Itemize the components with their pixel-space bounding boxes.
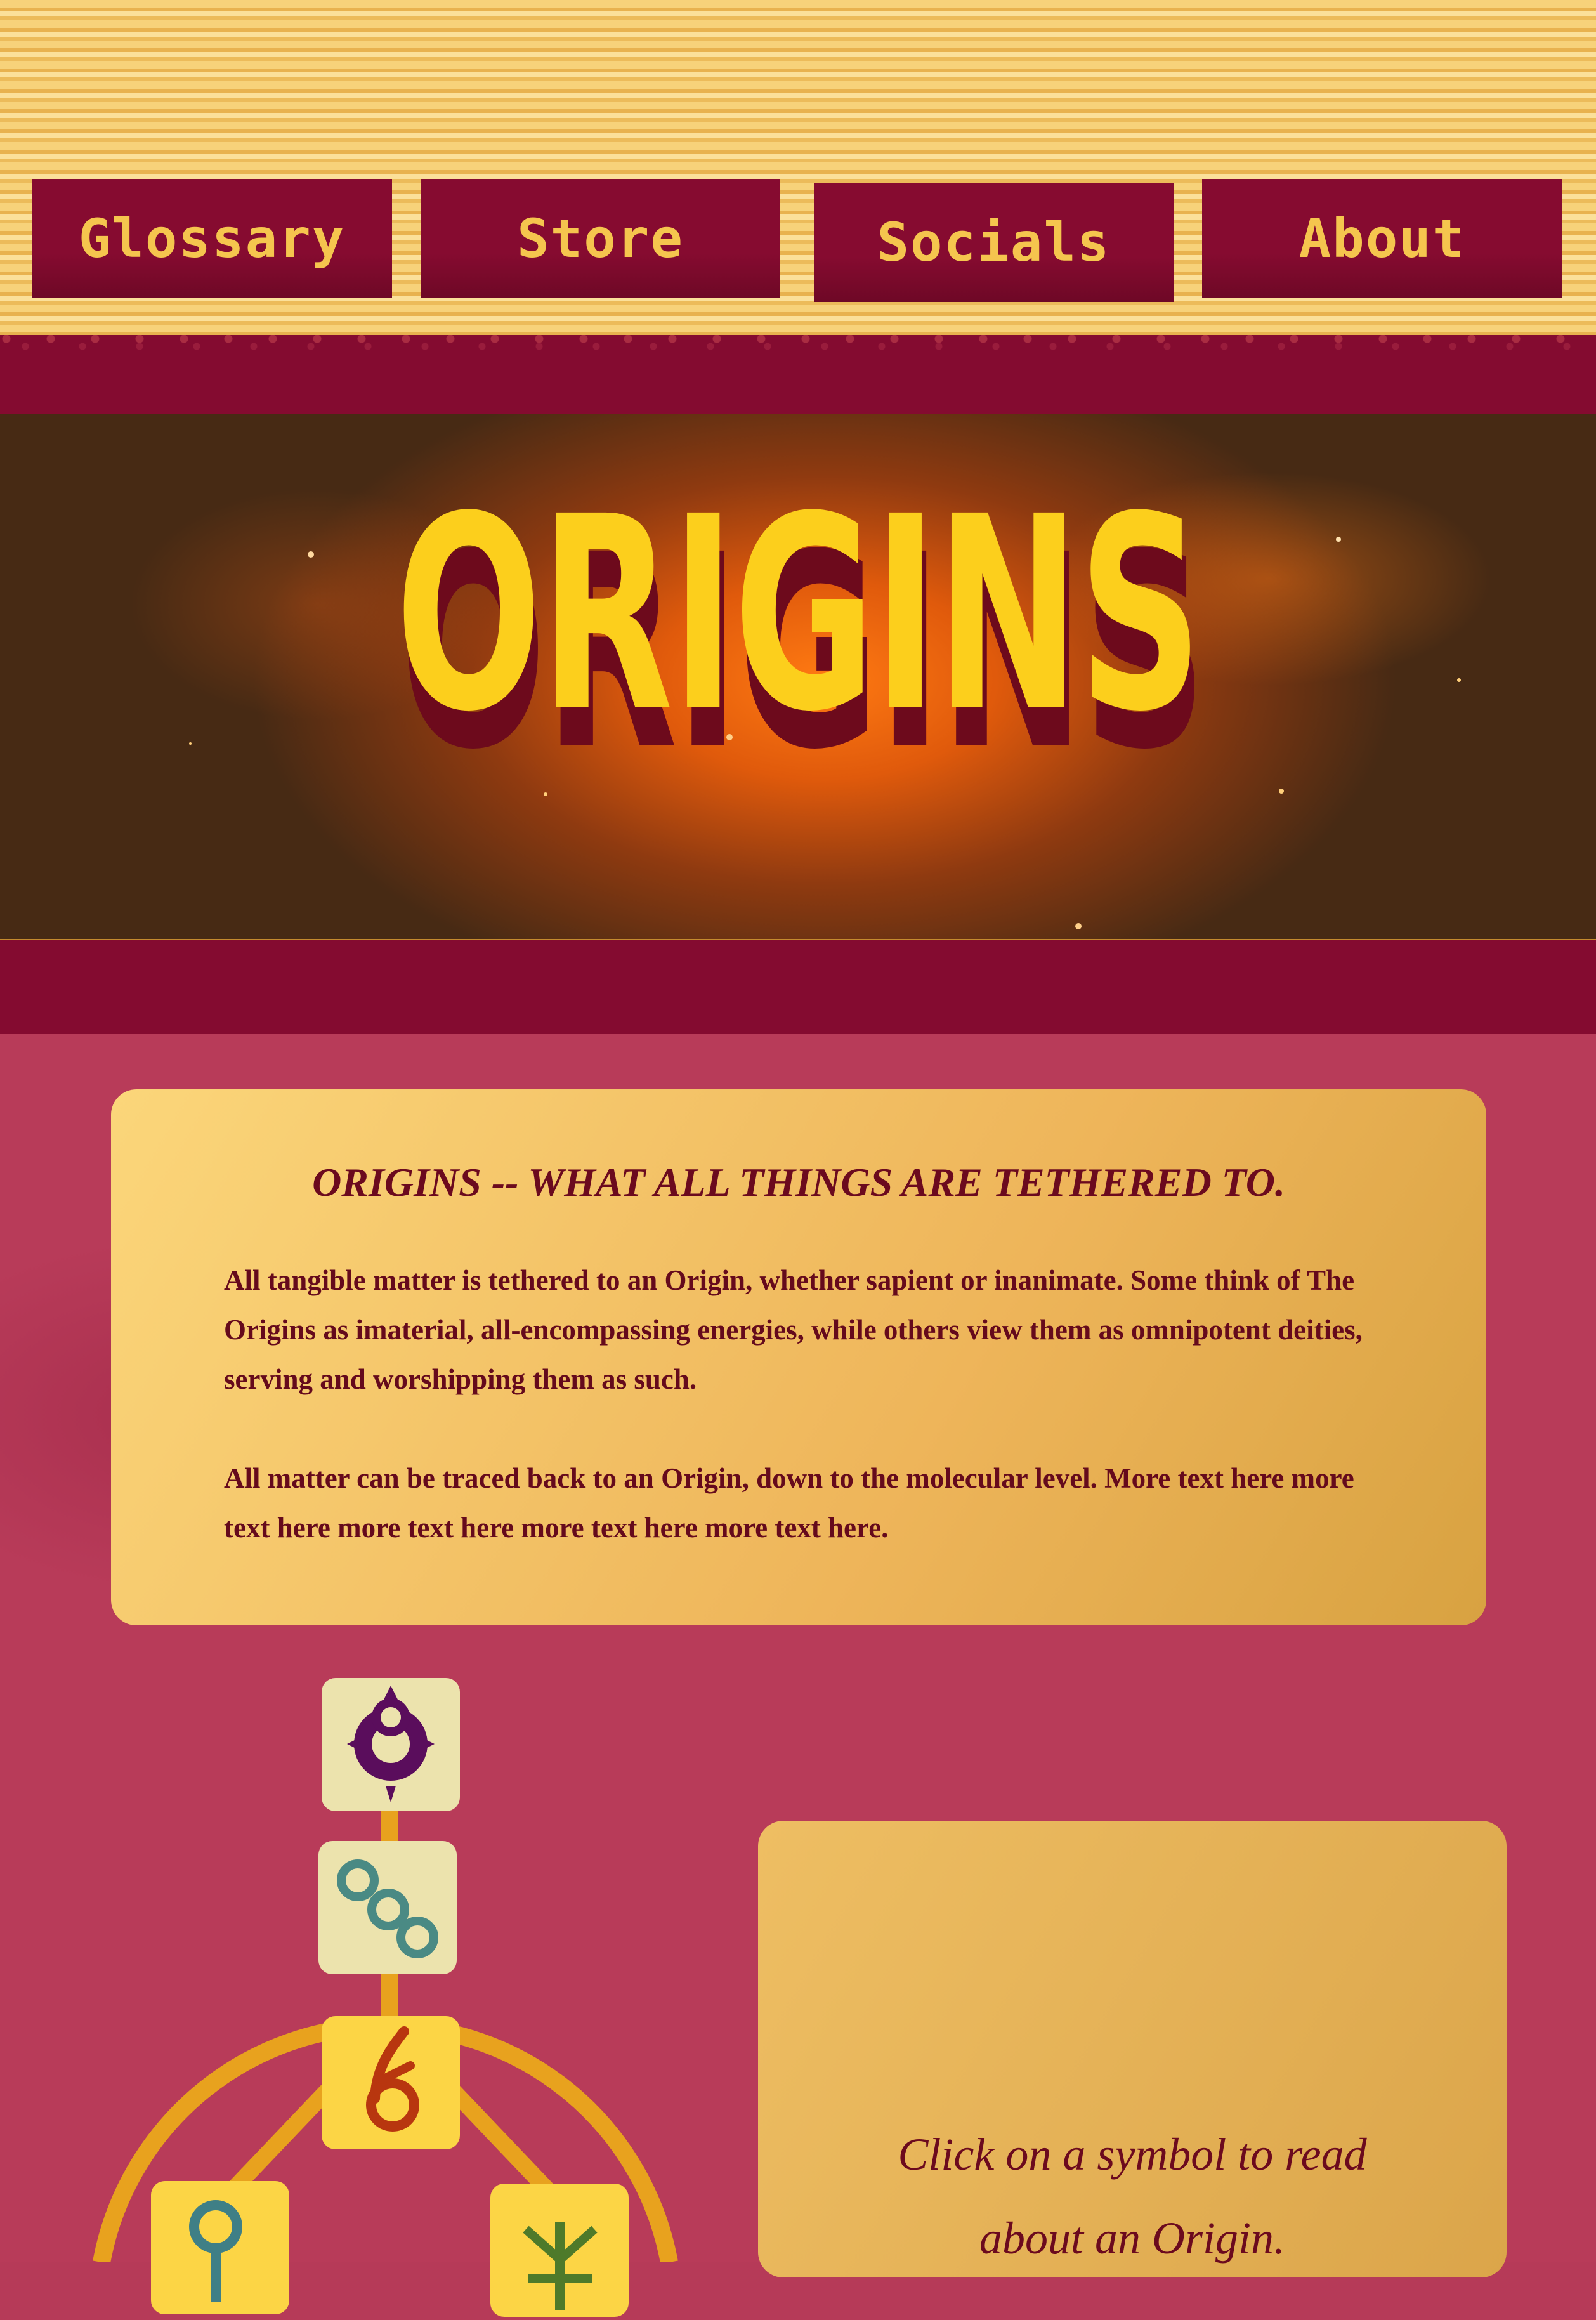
symbol-node-5[interactable] (490, 2184, 629, 2317)
intro-card: ORIGINS -- WHAT ALL THINGS ARE TETHERED … (111, 1089, 1486, 1625)
origin-prompt: Click on a symbol to read about an Origi… (758, 2113, 1507, 2280)
hero-title: ORIGINS (395, 460, 1203, 770)
intro-paragraph-2: All matter can be traced back to an Orig… (224, 1462, 1354, 1543)
header-divider-band (0, 335, 1596, 414)
symbol-node-2[interactable] (318, 1841, 457, 1974)
symbol-node-3[interactable] (322, 2016, 460, 2149)
keyhole-symbol-icon (189, 2200, 242, 2302)
origins-symbol-tree (0, 1649, 749, 2317)
origin-detail-panel: Click on a symbol to read about an Origi… (758, 1821, 1507, 2277)
symbol-node-1[interactable] (322, 1678, 460, 1811)
symbol-node-4[interactable] (151, 2181, 289, 2314)
nav-glossary-button[interactable]: Glossary (32, 179, 392, 298)
intro-heading: ORIGINS -- WHAT ALL THINGS ARE TETHERED … (312, 1160, 1285, 1205)
three-rings-symbol-icon (337, 1859, 438, 1958)
origin-prompt-line-2: about an Origin. (979, 2213, 1286, 2264)
hero-divider-band (0, 939, 1596, 1035)
nav-about-button[interactable]: About (1202, 179, 1562, 298)
crowned-circle-symbol-icon (347, 1686, 435, 1802)
sprout-symbol-icon (523, 2222, 598, 2310)
nav-socials-button[interactable]: Socials (814, 183, 1174, 302)
nav-store-button[interactable]: Store (421, 179, 780, 298)
header: Glossary Store Socials About (0, 0, 1596, 336)
origin-prompt-line-1: Click on a symbol to read (898, 2129, 1367, 2180)
intro-paragraph-1: All tangible matter is tethered to an Or… (224, 1264, 1363, 1395)
flame-six-symbol-icon (366, 2026, 419, 2132)
